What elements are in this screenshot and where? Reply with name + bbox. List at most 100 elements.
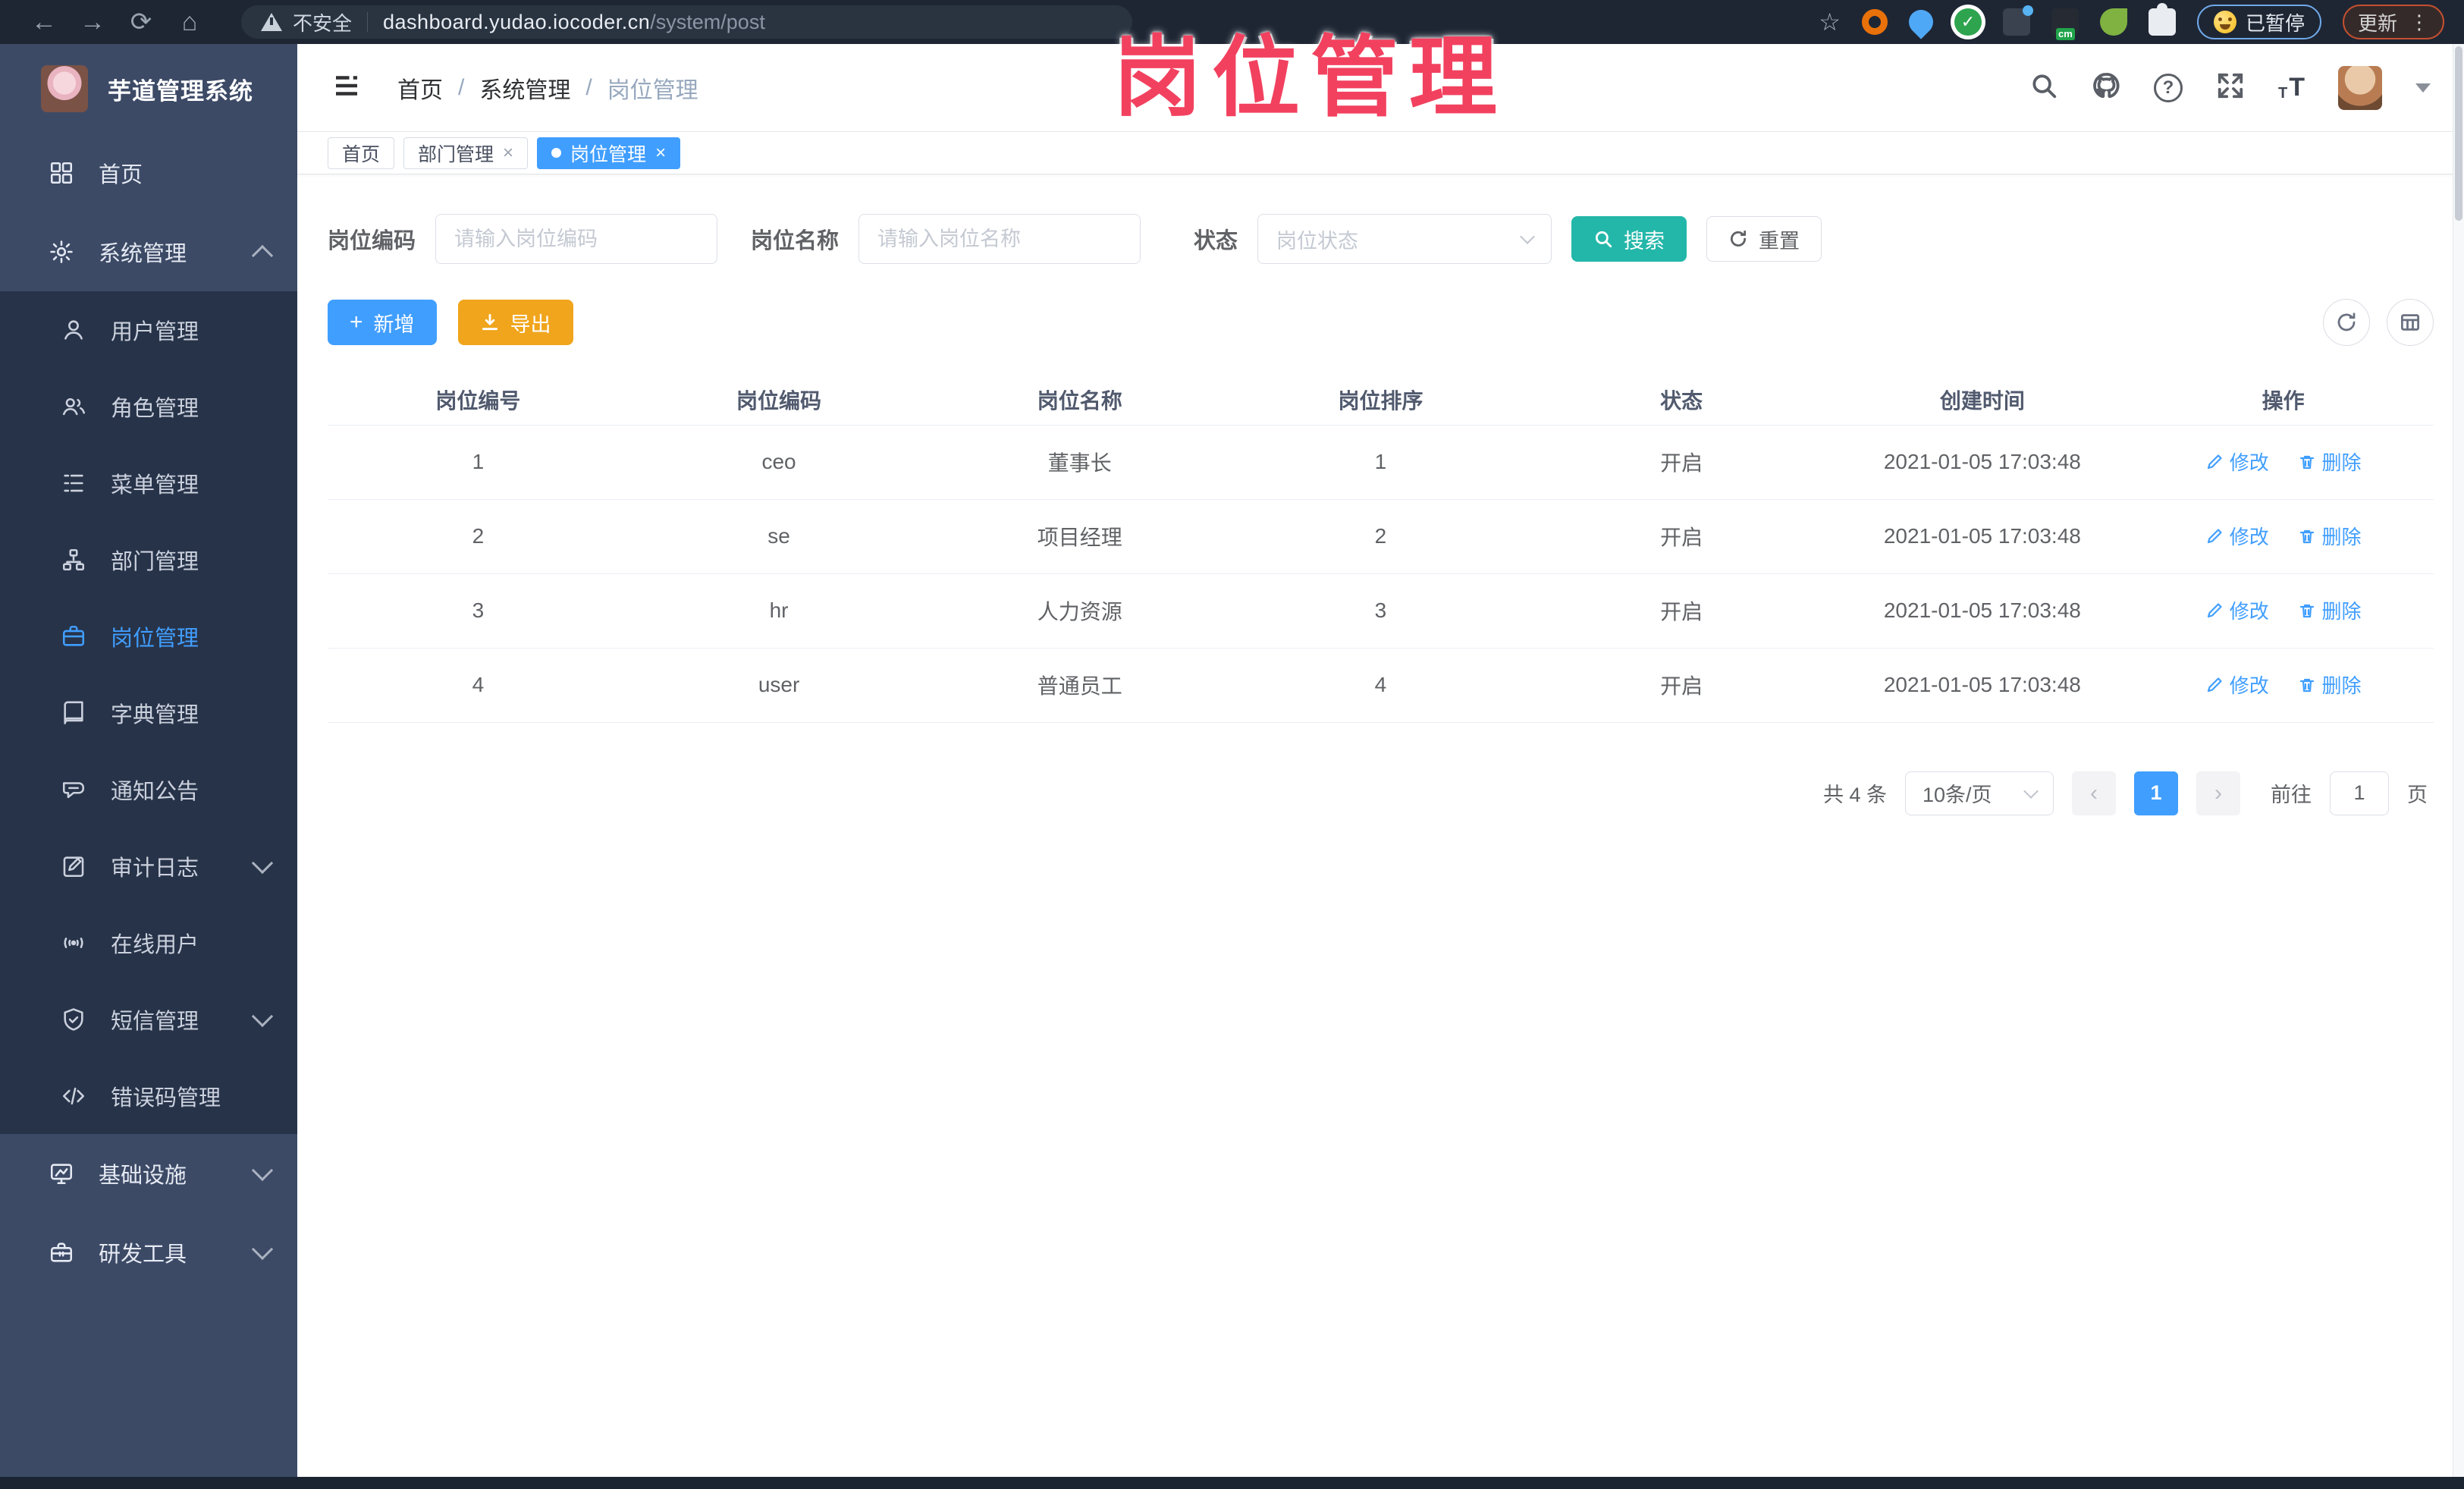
sidebar-item-audit-log[interactable]: 审计日志 xyxy=(0,828,297,904)
reload-icon[interactable]: ⟳ xyxy=(117,0,165,44)
edit-link[interactable]: 修改 xyxy=(2205,671,2269,699)
sidebar-item-posts[interactable]: 岗位管理 xyxy=(0,598,297,674)
font-size-icon[interactable]: TT xyxy=(2278,73,2305,102)
bookmark-star-icon[interactable]: ☆ xyxy=(1819,8,1841,36)
tab-label: 岗位管理 xyxy=(570,143,647,165)
sidebar-item-users[interactable]: 用户管理 xyxy=(0,291,297,368)
fullscreen-icon[interactable] xyxy=(2216,71,2245,104)
help-icon[interactable]: ? xyxy=(2154,73,2183,102)
sidebar-item-error-codes[interactable]: 错误码管理 xyxy=(0,1057,297,1134)
search-icon[interactable] xyxy=(2029,71,2058,104)
delete-link[interactable]: 删除 xyxy=(2298,596,2362,624)
tab-post[interactable]: 岗位管理 × xyxy=(537,137,681,169)
tab-home[interactable]: 首页 xyxy=(328,137,395,169)
breadcrumb-system[interactable]: 系统管理 xyxy=(479,71,570,105)
sidebar-item-infrastructure[interactable]: 基础设施 xyxy=(0,1134,297,1213)
leaf-extension-icon[interactable] xyxy=(2099,8,2127,36)
breadcrumb-separator: / xyxy=(585,74,592,100)
github-icon[interactable] xyxy=(2092,71,2120,104)
status-select[interactable]: 岗位状态 xyxy=(1257,214,1552,264)
delete-link[interactable]: 删除 xyxy=(2298,522,2362,550)
edit-link[interactable]: 修改 xyxy=(2205,448,2269,476)
avatar[interactable] xyxy=(2338,65,2382,110)
hamburger-icon[interactable] xyxy=(331,70,363,105)
sidebar-item-menus[interactable]: 菜单管理 xyxy=(0,445,297,521)
refresh-button[interactable] xyxy=(2323,299,2370,346)
close-icon[interactable]: × xyxy=(503,143,513,164)
export-button[interactable]: 导出 xyxy=(457,300,573,345)
logo-image xyxy=(41,65,88,112)
gear-icon xyxy=(47,237,76,266)
col-created: 创建时间 xyxy=(1832,375,2133,426)
back-icon[interactable]: ← xyxy=(20,0,68,44)
sidebar-item-label: 基础设施 xyxy=(99,1164,187,1188)
sidebar-item-depts[interactable]: 部门管理 xyxy=(0,521,297,598)
window-scrollbar[interactable] xyxy=(2453,44,2464,1477)
update-button[interactable]: 更新 ⋮ xyxy=(2342,5,2444,39)
sidebar-item-dicts[interactable]: 字典管理 xyxy=(0,674,297,751)
cell-id: 3 xyxy=(328,573,629,649)
sidebar-item-label: 用户管理 xyxy=(111,319,199,344)
page-size-select[interactable]: 10条/页 xyxy=(1905,771,2054,815)
cell-created: 2021-01-05 17:03:48 xyxy=(1832,573,2133,649)
sidebar-item-notices[interactable]: 通知公告 xyxy=(0,751,297,828)
sidebar-item-online-users[interactable]: 在线用户 xyxy=(0,904,297,981)
page-suffix: 页 xyxy=(2407,784,2428,806)
sidebar-item-home[interactable]: 首页 xyxy=(0,134,297,212)
col-post-name: 岗位名称 xyxy=(929,375,1231,426)
goto-page-input[interactable] xyxy=(2330,771,2389,815)
delete-link[interactable]: 删除 xyxy=(2298,448,2362,476)
column-settings-button[interactable] xyxy=(2387,299,2434,346)
next-page-button[interactable]: › xyxy=(2196,771,2240,815)
panel-extension-icon[interactable] xyxy=(2002,5,2033,36)
cell-name: 人力资源 xyxy=(929,573,1231,649)
col-actions: 操作 xyxy=(2133,375,2434,426)
location-pin-extension-icon[interactable] xyxy=(1904,5,1938,39)
window-bottom-edge xyxy=(0,1477,2464,1489)
paused-badge[interactable]: 已暂停 xyxy=(2196,5,2321,39)
scrollbar-thumb[interactable] xyxy=(2455,46,2462,221)
search-button[interactable]: 搜索 xyxy=(1571,216,1687,262)
close-icon[interactable]: × xyxy=(655,143,666,164)
post-name-input[interactable] xyxy=(858,214,1141,264)
sidebar-item-sms[interactable]: 短信管理 xyxy=(0,981,297,1057)
add-button[interactable]: + 新增 xyxy=(328,300,437,345)
cell-status: 开启 xyxy=(1530,425,1832,500)
home-icon[interactable]: ⌂ xyxy=(165,0,214,44)
sidebar-item-label: 错误码管理 xyxy=(111,1085,221,1110)
sidebar-item-system[interactable]: 系统管理 xyxy=(0,212,297,291)
tab-label: 部门管理 xyxy=(418,143,494,165)
post-code-input[interactable] xyxy=(435,214,718,264)
sidebar-item-label: 首页 xyxy=(99,163,143,187)
menu-dots-icon[interactable]: ⋮ xyxy=(2409,11,2429,34)
tags-view-bar: 首页 部门管理 × 岗位管理 × xyxy=(297,132,2464,174)
col-post-sort: 岗位排序 xyxy=(1230,375,1531,426)
address-bar[interactable]: 不安全 dashboard.yudao.iocoder.cn /system/p… xyxy=(241,5,1132,39)
cm-extension-icon[interactable]: cm xyxy=(2051,8,2079,40)
caret-down-icon[interactable] xyxy=(2415,83,2431,93)
reset-button[interactable]: 重置 xyxy=(1706,216,1822,262)
edit-link[interactable]: 修改 xyxy=(2205,596,2269,624)
app-title: 芋道管理系统 xyxy=(108,77,253,105)
cell-sort: 1 xyxy=(1230,425,1531,500)
app-logo[interactable]: 芋道管理系统 xyxy=(0,44,297,134)
cell-name: 项目经理 xyxy=(929,499,1231,574)
org-tree-icon xyxy=(59,545,88,574)
tab-label: 首页 xyxy=(342,143,381,165)
prev-page-button[interactable]: ‹ xyxy=(2072,771,2116,815)
edit-link[interactable]: 修改 xyxy=(2205,522,2269,550)
delete-link[interactable]: 删除 xyxy=(2298,671,2362,699)
breadcrumb-home[interactable]: 首页 xyxy=(397,71,443,105)
col-post-code: 岗位编码 xyxy=(628,375,930,426)
extension-icon[interactable] xyxy=(1861,9,1888,35)
check-extension-icon[interactable]: ✓ xyxy=(1954,8,1982,36)
sidebar-item-roles[interactable]: 角色管理 xyxy=(0,368,297,445)
cell-sort: 4 xyxy=(1230,648,1531,723)
current-page[interactable]: 1 xyxy=(2134,771,2178,815)
extensions-puzzle-icon[interactable] xyxy=(2148,3,2176,36)
post-name-label: 岗位名称 xyxy=(751,229,840,253)
tab-dept[interactable]: 部门管理 × xyxy=(403,137,529,169)
sidebar-item-dev-tools[interactable]: 研发工具 xyxy=(0,1213,297,1292)
table-row: 2 se 项目经理 2 开启 2021-01-05 17:03:48 修改 删除 xyxy=(328,499,2434,574)
forward-icon[interactable]: → xyxy=(68,0,117,44)
